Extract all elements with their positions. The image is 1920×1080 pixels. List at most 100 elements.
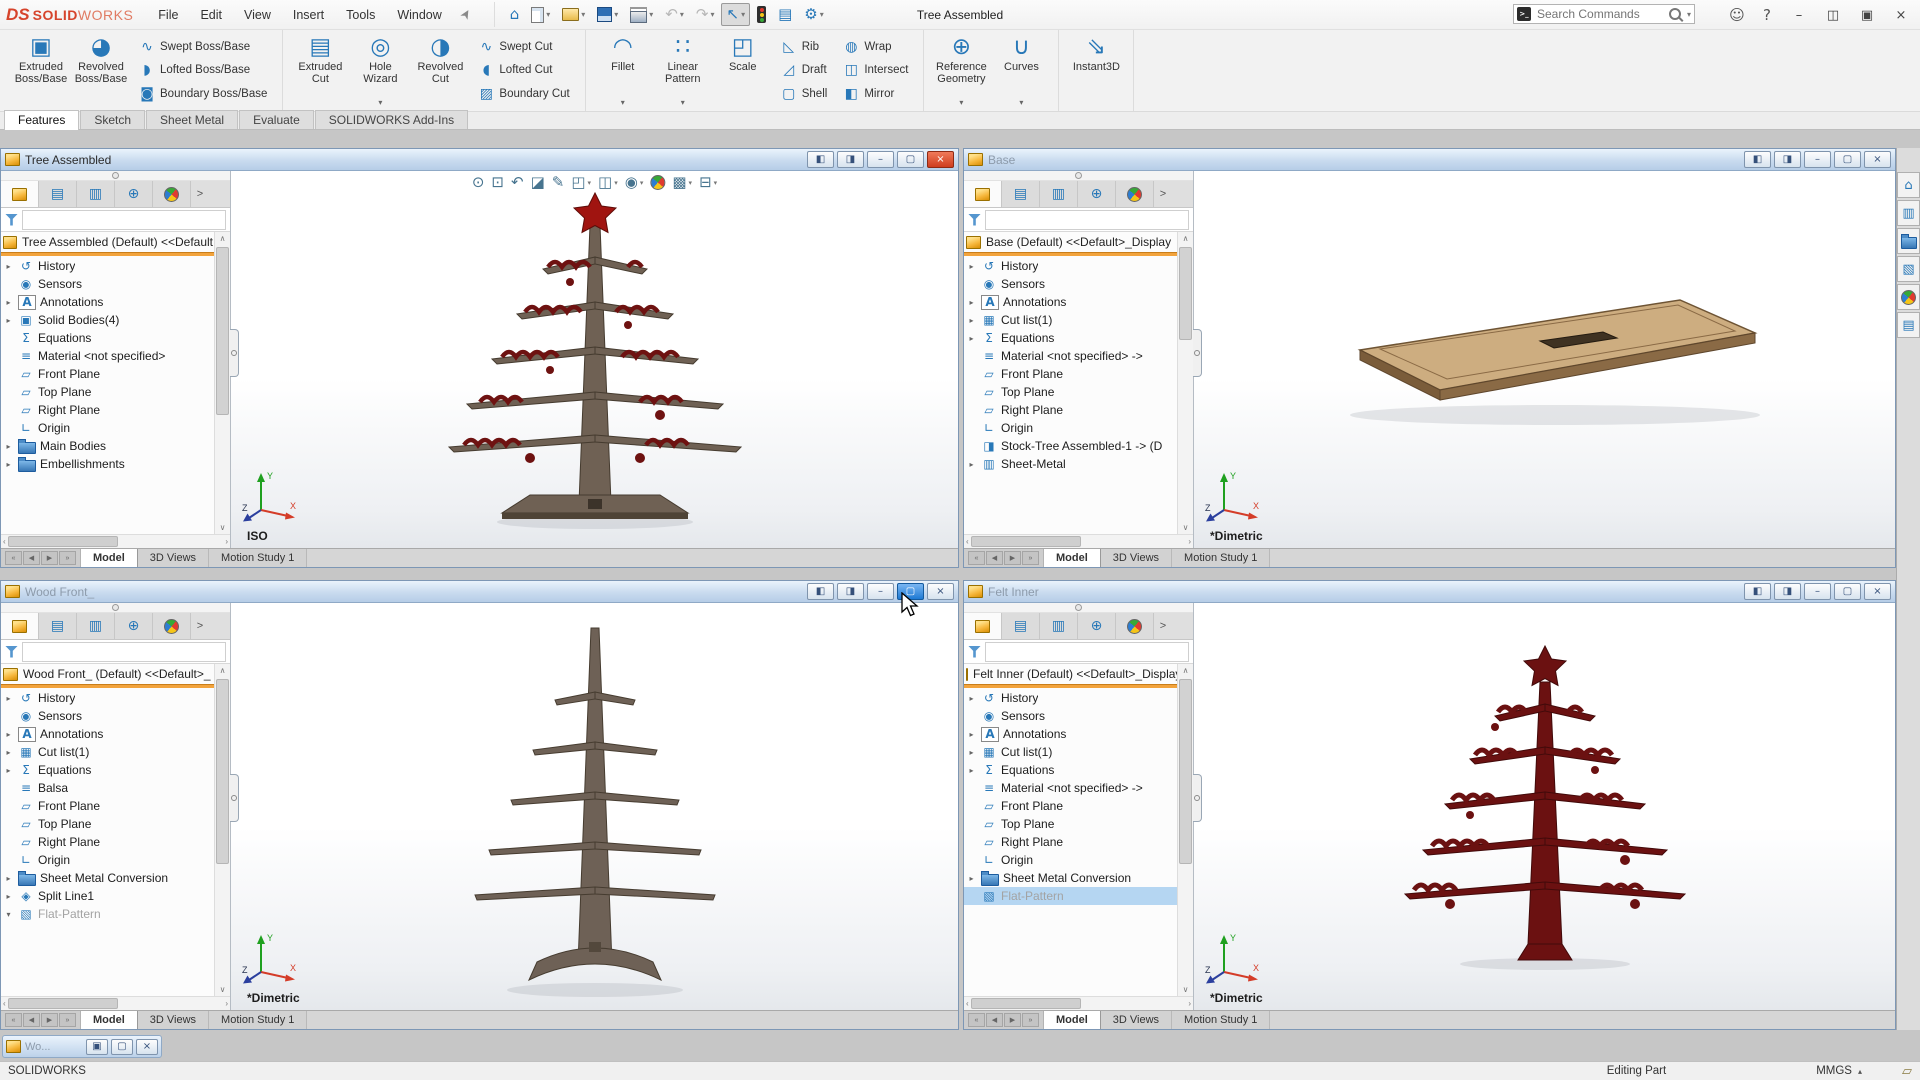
appearances-scenes-button[interactable]: [1897, 284, 1920, 310]
panel-splitter[interactable]: [1, 603, 230, 613]
panel-collapse-handle[interactable]: [230, 329, 239, 377]
tree-item-equations[interactable]: ▸ΣEquations: [1, 761, 215, 779]
open-dropdown-icon[interactable]: ▾: [581, 10, 585, 19]
window-close-button[interactable]: ×: [1864, 151, 1891, 168]
tree-vertical-scrollbar[interactable]: ∧∨: [1177, 232, 1193, 534]
expand-panel-chevron[interactable]: >: [1154, 181, 1172, 207]
revolved-boss-base-button[interactable]: ◕Revolved Boss/Base: [71, 33, 131, 108]
curves-button[interactable]: ∪Curves▾: [991, 33, 1051, 108]
tree-item-sensors[interactable]: ◉Sensors: [964, 275, 1178, 293]
window-titlebar[interactable]: Felt Inner◧◨–▢×: [964, 581, 1895, 603]
window-minimize-button[interactable]: –: [1804, 583, 1831, 600]
revolved-cut-button[interactable]: ◑Revolved Cut: [410, 33, 470, 108]
window-maximize-button[interactable]: ▢: [1834, 151, 1861, 168]
tree-item-sheet-metal[interactable]: ▸▥Sheet-Metal: [964, 455, 1178, 473]
window-close-button[interactable]: ×: [927, 151, 954, 168]
hole-wizard-button[interactable]: ◎Hole Wizard▾: [350, 33, 410, 108]
doc-tab-motion-study-1[interactable]: Motion Study 1: [209, 1011, 307, 1029]
tree-item-top-plane[interactable]: ▱Top Plane: [1, 815, 215, 833]
displaymanager-tab[interactable]: [1116, 613, 1154, 639]
tree-item-solid-bodies-4[interactable]: ▸▣Solid Bodies(4): [1, 311, 215, 329]
scroll-thumb[interactable]: [8, 998, 118, 1009]
configurationmanager-tab[interactable]: ▥: [77, 613, 115, 639]
rollback-bar[interactable]: [964, 684, 1178, 688]
window-minimize-button[interactable]: –: [867, 151, 894, 168]
minimized-window[interactable]: Wo... ▣▢×: [2, 1035, 162, 1058]
tree-item-sensors[interactable]: ◉Sensors: [964, 707, 1178, 725]
window-minimize-button[interactable]: –: [867, 583, 894, 600]
doc-tab-motion-study-1[interactable]: Motion Study 1: [1172, 1011, 1270, 1029]
extruded-cut-button[interactable]: ▤Extruded Cut: [290, 33, 350, 108]
doc-nav-0[interactable]: «: [968, 551, 985, 565]
window-pane-left-button[interactable]: ◧: [1744, 583, 1771, 600]
extruded-boss-base-button[interactable]: ▣Extruded Boss/Base: [11, 33, 71, 108]
tree-item-material-not-specified[interactable]: ≡Material <not specified>: [1, 347, 215, 365]
tree-item-sheet-metal-conversion[interactable]: ▸Sheet Metal Conversion: [964, 869, 1178, 887]
doc-tab-3d-views[interactable]: 3D Views: [138, 1011, 209, 1029]
tree-horizontal-scrollbar[interactable]: ‹›: [964, 534, 1193, 548]
tree-item-history[interactable]: ▸↺History: [964, 257, 1178, 275]
miniwin-maximize-button[interactable]: ▢: [111, 1039, 133, 1055]
scroll-up-icon[interactable]: ∧: [1183, 664, 1189, 677]
scroll-thumb[interactable]: [1179, 679, 1192, 864]
tree-item-top-plane[interactable]: ▱Top Plane: [1, 383, 215, 401]
menu-insert[interactable]: Insert: [282, 8, 335, 22]
tree-item-front-plane[interactable]: ▱Front Plane: [1, 365, 215, 383]
search-commands-box[interactable]: ▾: [1513, 4, 1695, 24]
tree-item-balsa[interactable]: ≡Balsa: [1, 779, 215, 797]
search-dropdown-icon[interactable]: ▾: [1687, 10, 1691, 19]
doc-tab-model[interactable]: Model: [81, 1011, 138, 1029]
featuremanager-tree-tab[interactable]: [964, 613, 1002, 639]
panel-splitter[interactable]: [1, 171, 230, 181]
doc-tab-model[interactable]: Model: [81, 549, 138, 567]
expand-panel-chevron[interactable]: >: [191, 613, 209, 639]
configurationmanager-tab[interactable]: ▥: [1040, 613, 1078, 639]
menu-window[interactable]: Window: [386, 8, 452, 22]
feature-filter-input[interactable]: [22, 642, 226, 662]
doc-nav-2[interactable]: ▶: [1004, 551, 1021, 565]
tree-item-sheet-metal-conversion[interactable]: ▸Sheet Metal Conversion: [1, 869, 215, 887]
boundary-cut-button[interactable]: ▨Boundary Cut: [476, 86, 571, 102]
expand-arrow-icon[interactable]: ▸: [966, 298, 977, 307]
configurationmanager-tab[interactable]: ▥: [77, 181, 115, 207]
search-input[interactable]: [1535, 6, 1665, 22]
redo-button[interactable]: ↷▾: [691, 3, 720, 26]
new-doc-dropdown-icon[interactable]: ▾: [546, 10, 550, 19]
tree-item-origin[interactable]: ∟Origin: [1, 851, 215, 869]
window-titlebar[interactable]: Base◧◨–▢×: [964, 149, 1895, 171]
expand-arrow-icon[interactable]: ▸: [3, 460, 14, 469]
tree-item-front-plane[interactable]: ▱Front Plane: [1, 797, 215, 815]
expand-arrow-icon[interactable]: ▸: [966, 748, 977, 757]
scroll-right-icon[interactable]: ›: [1188, 537, 1191, 546]
panel-collapse-handle[interactable]: [1193, 774, 1202, 822]
displaymanager-tab[interactable]: [1116, 181, 1154, 207]
options-dropdown-icon[interactable]: ▾: [820, 10, 824, 19]
scroll-thumb[interactable]: [971, 536, 1081, 547]
window-pane-right-button[interactable]: ◨: [1774, 583, 1801, 600]
tree-horizontal-scrollbar[interactable]: ‹›: [964, 996, 1193, 1010]
menu-tools[interactable]: Tools: [335, 8, 386, 22]
window-pane-right-button[interactable]: ◨: [837, 151, 864, 168]
tree-item-top-plane[interactable]: ▱Top Plane: [964, 815, 1178, 833]
tree-item-cut-list-1[interactable]: ▸▦Cut list(1): [964, 743, 1178, 761]
expand-arrow-icon[interactable]: ▸: [966, 334, 977, 343]
tree-item-split-line1[interactable]: ▸◈Split Line1: [1, 887, 215, 905]
scroll-thumb[interactable]: [216, 679, 229, 864]
rollback-bar[interactable]: [1, 684, 215, 688]
doc-nav-2[interactable]: ▶: [41, 1013, 58, 1027]
tree-item-flat-pattern[interactable]: ▾▧Flat-Pattern: [1, 905, 215, 923]
dropdown-arrow-icon[interactable]: ▾: [681, 98, 685, 107]
instant3d-button[interactable]: ⇘Instant3D: [1066, 33, 1126, 108]
mirror-button[interactable]: ◧Mirror: [841, 86, 910, 102]
window-close-button[interactable]: ×: [927, 583, 954, 600]
doc-nav-2[interactable]: ▶: [1004, 1013, 1021, 1027]
panel-splitter[interactable]: [964, 603, 1193, 613]
print-dropdown-icon[interactable]: ▾: [649, 10, 653, 19]
tag-icon[interactable]: ▱: [1902, 1065, 1912, 1078]
doc-nav-0[interactable]: «: [5, 551, 22, 565]
tree-item-cut-list-1[interactable]: ▸▦Cut list(1): [964, 311, 1178, 329]
tree-item-material-not-specified[interactable]: ≡Material <not specified> ->: [964, 347, 1178, 365]
graphics-viewport[interactable]: Y X Z *Dimetric: [1194, 171, 1895, 548]
dimxpertmanager-tab[interactable]: ⊕: [1078, 613, 1116, 639]
tree-item-cut-list-1[interactable]: ▸▦Cut list(1): [1, 743, 215, 761]
